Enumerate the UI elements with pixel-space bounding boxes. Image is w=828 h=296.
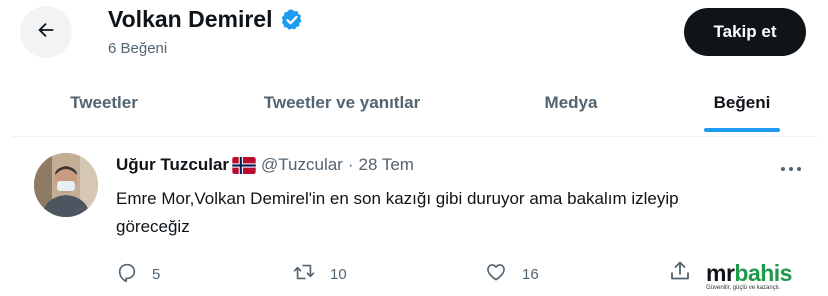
- follow-button[interactable]: Takip et: [684, 8, 806, 56]
- share-icon: [668, 261, 692, 287]
- profile-header: Volkan Demirel 6 Beğeni Takip et: [0, 0, 828, 76]
- watermark-logo: mrbahis Güvenilir, güçlü ve kazançlı.: [706, 262, 826, 296]
- tab-media[interactable]: Medya: [520, 76, 622, 130]
- share-button[interactable]: [668, 259, 692, 288]
- tab-likes[interactable]: Beğeni: [690, 76, 794, 130]
- tab-tweets[interactable]: Tweetler: [48, 76, 160, 130]
- reply-icon: [116, 261, 138, 287]
- back-arrow-icon: [35, 19, 57, 46]
- back-button[interactable]: [20, 6, 72, 58]
- profile-name-row: Volkan Demirel: [108, 6, 304, 33]
- active-tab-indicator: [704, 128, 780, 132]
- separator-dot: ·: [347, 155, 354, 174]
- like-button[interactable]: 16: [484, 261, 539, 287]
- reply-button[interactable]: 5: [116, 261, 160, 287]
- tweet-header: Uğur Tuzcular @Tuzcular · 28 Tem: [116, 155, 414, 175]
- reply-count: 5: [152, 265, 161, 283]
- retweet-button[interactable]: 10: [292, 261, 347, 287]
- watermark-brand-mr: mr: [706, 260, 735, 286]
- tweet-actions: 5 10 16: [0, 261, 828, 285]
- verified-badge-icon: [280, 8, 304, 32]
- retweet-icon: [292, 261, 316, 287]
- profile-tabs: Tweetler Tweetler ve yanıtlar Medya Beğe…: [0, 76, 828, 136]
- watermark-brand-bahis: bahis: [734, 260, 792, 286]
- watermark-brand: mrbahis: [706, 260, 826, 286]
- author-name[interactable]: Uğur Tuzcular: [116, 155, 229, 175]
- tweet-text: Emre Mor,Volkan Demirel'in en son kazığı…: [116, 185, 806, 241]
- author-handle[interactable]: @Tuzcular: [261, 155, 343, 175]
- like-count: 16: [522, 265, 539, 283]
- more-icon[interactable]: [780, 159, 802, 173]
- tweet-date[interactable]: 28 Tem: [359, 155, 414, 175]
- like-icon: [484, 261, 508, 287]
- tweet-text-line: Emre Mor,Volkan Demirel'in en son kazığı…: [116, 189, 679, 208]
- watermark-tagline: Güvenilir, güçlü ve kazançlı.: [706, 285, 781, 291]
- avatar[interactable]: [34, 153, 98, 217]
- tweet-text-line: göreceğiz: [116, 217, 190, 236]
- tweet[interactable]: Uğur Tuzcular @Tuzcular · 28 Tem Emre Mo…: [0, 137, 828, 296]
- likes-count: 6 Beğeni: [108, 40, 168, 57]
- profile-name: Volkan Demirel: [108, 6, 273, 32]
- tab-tweets-and-replies[interactable]: Tweetler ve yanıtlar: [232, 76, 452, 130]
- norway-flag-icon: [232, 156, 256, 174]
- retweet-count: 10: [330, 265, 347, 283]
